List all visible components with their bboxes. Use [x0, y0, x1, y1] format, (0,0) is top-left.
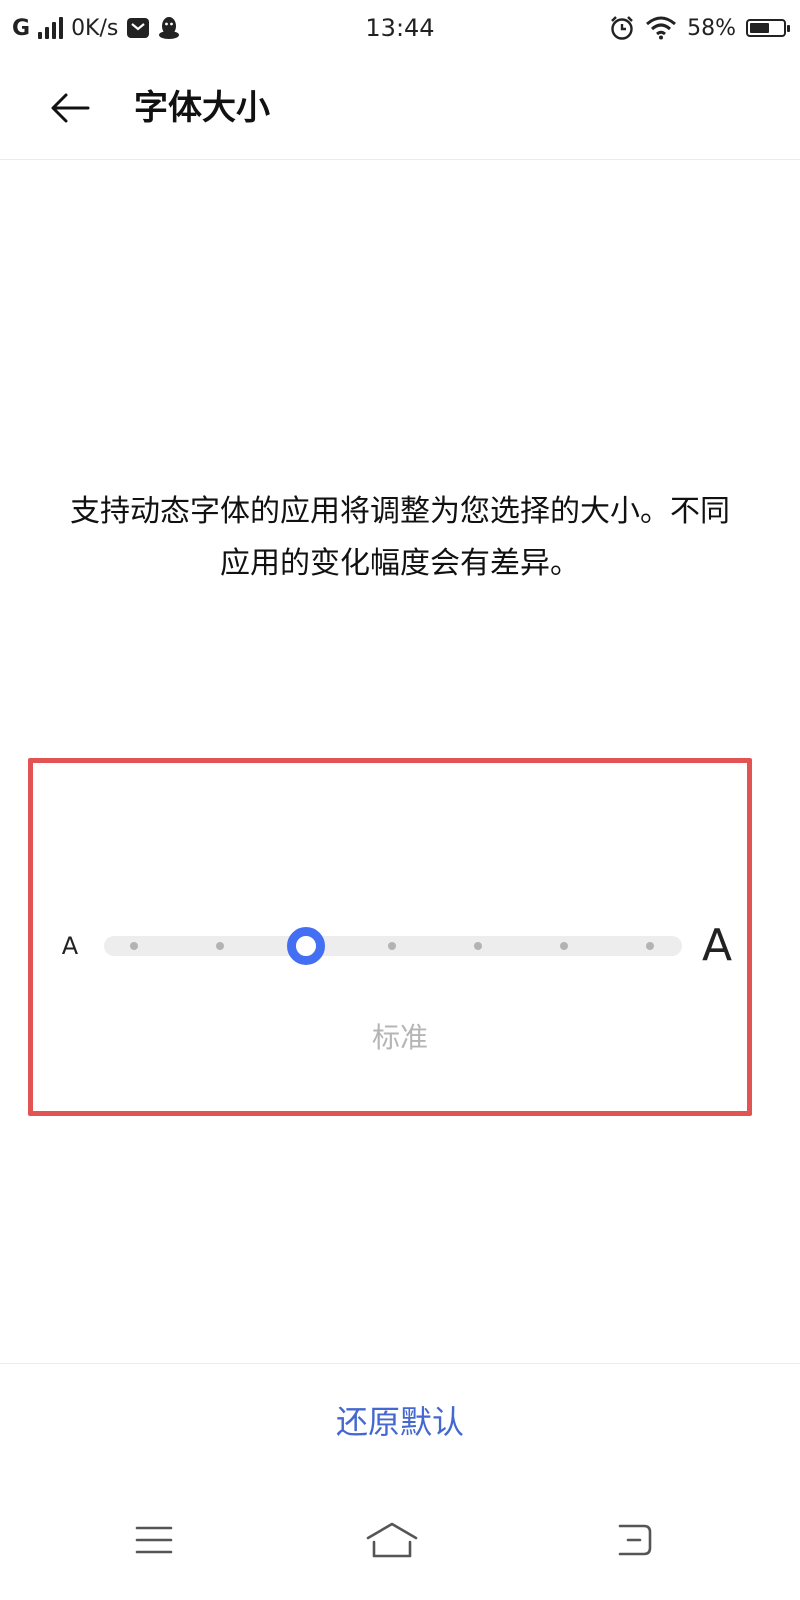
- home-icon: [366, 1522, 418, 1558]
- title-bar: 字体大小: [0, 56, 800, 160]
- menu-icon: [135, 1526, 173, 1554]
- font-size-slider-thumb[interactable]: [287, 927, 325, 965]
- status-right: 58%: [609, 10, 790, 46]
- menu-button[interactable]: [114, 1500, 194, 1580]
- page-title: 字体大小: [134, 88, 270, 128]
- back-arrow-icon: [51, 93, 90, 123]
- back-button[interactable]: [38, 80, 102, 136]
- description-text: 支持动态字体的应用将调整为您选择的大小。不同应用的变化幅度会有差异。: [70, 494, 730, 581]
- slider-tick[interactable]: [388, 942, 396, 950]
- restore-default-button[interactable]: 还原默认: [260, 1392, 540, 1452]
- status-bar: G 0K/s 13:44 58%: [0, 0, 800, 56]
- selected-size-label: 标准: [371, 1021, 428, 1054]
- back-icon: [618, 1524, 652, 1556]
- wifi-icon: [646, 16, 677, 40]
- home-button[interactable]: [352, 1500, 432, 1580]
- large-font-label: A: [701, 920, 733, 971]
- slider-tick[interactable]: [474, 942, 482, 950]
- slider-tick[interactable]: [216, 942, 224, 950]
- battery-icon: [746, 19, 790, 37]
- navigation-bar: [0, 1480, 800, 1600]
- divider: [0, 1363, 800, 1364]
- slider-tick[interactable]: [560, 942, 568, 950]
- slider-tick[interactable]: [130, 942, 138, 950]
- alarm-icon: [611, 16, 633, 40]
- battery-percent: 58%: [687, 15, 736, 41]
- small-font-label: A: [61, 932, 79, 960]
- back-nav-button[interactable]: [594, 1500, 674, 1580]
- battery-fill: [750, 23, 769, 33]
- slider-tick[interactable]: [646, 942, 654, 950]
